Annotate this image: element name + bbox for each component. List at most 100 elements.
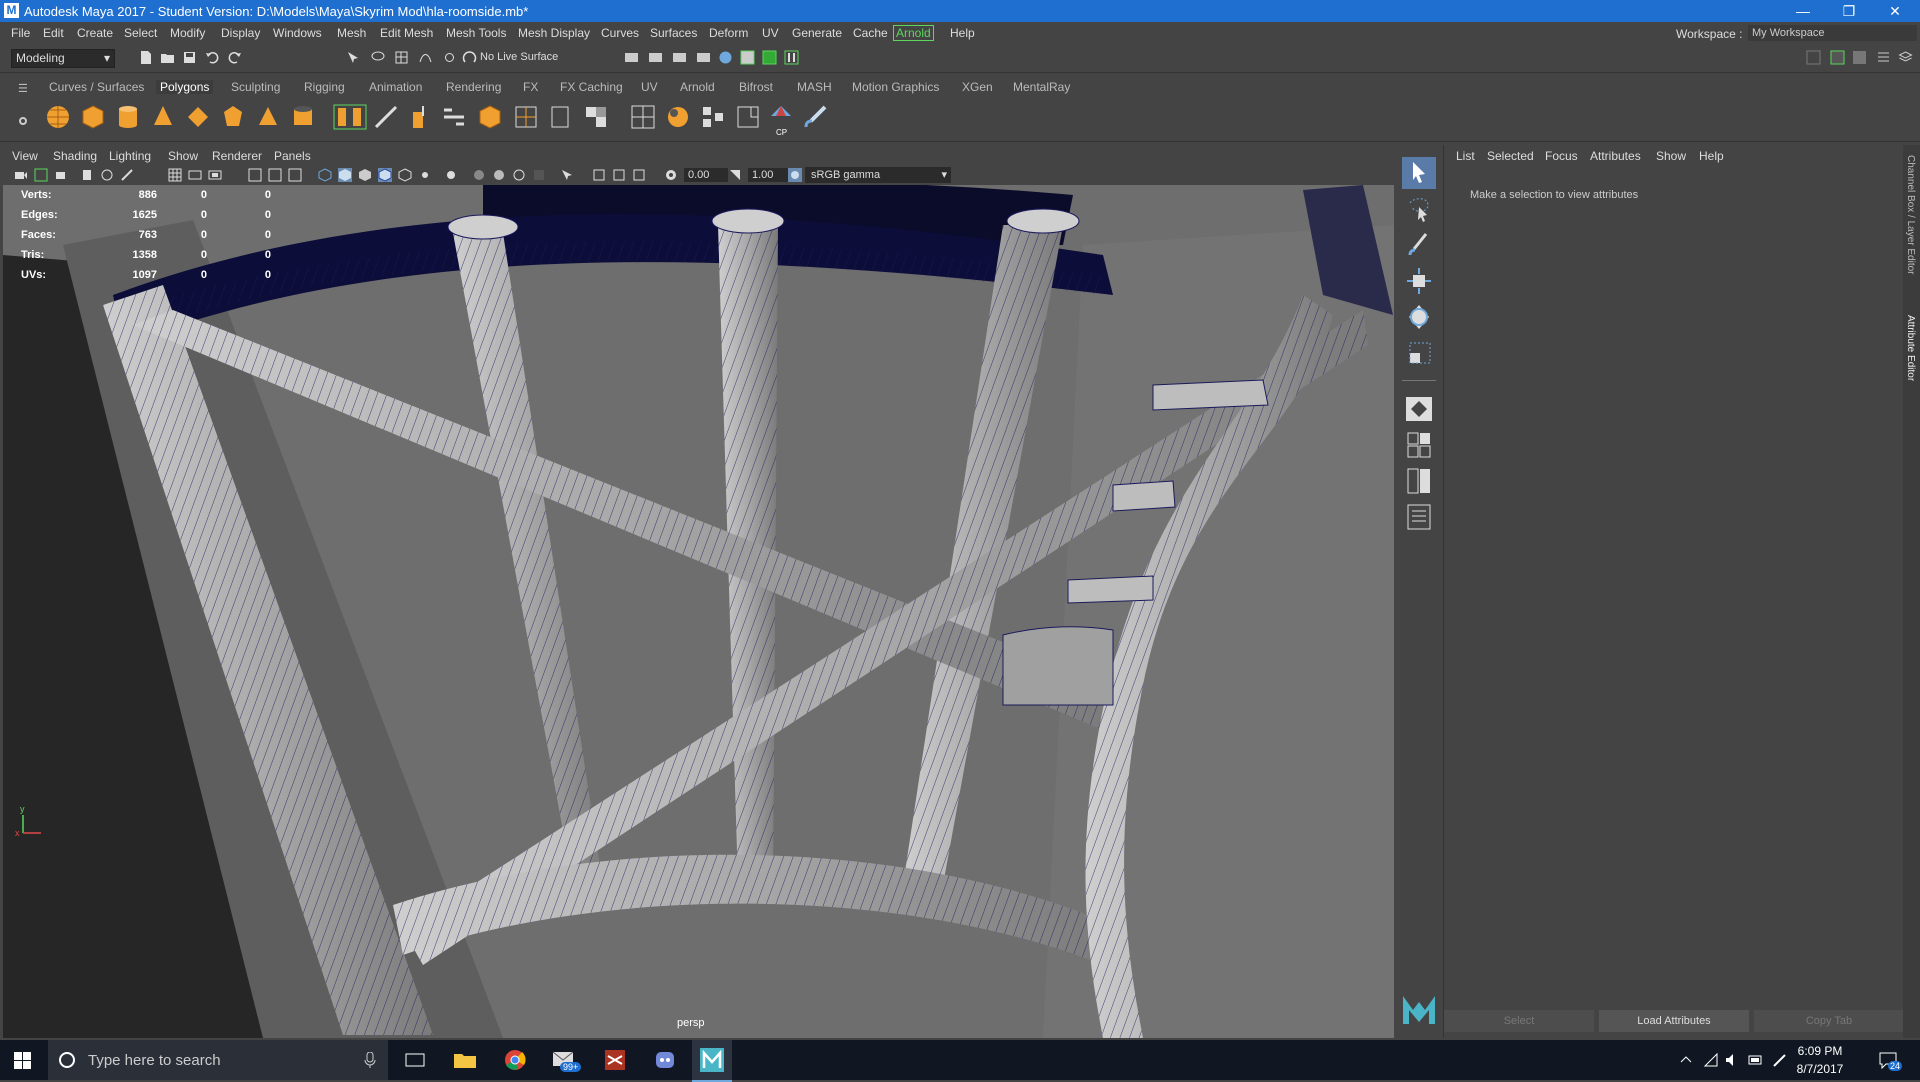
ae-select-button[interactable]: Select: [1444, 1010, 1594, 1032]
gamma-icon[interactable]: [728, 168, 742, 182]
default-material-icon[interactable]: [358, 168, 372, 182]
toggle-modeling-toolkit-icon[interactable]: [1806, 50, 1821, 65]
redo-icon[interactable]: [227, 50, 242, 65]
pen-icon[interactable]: [1772, 1052, 1788, 1068]
menu-curves[interactable]: Curves: [601, 26, 639, 40]
shelf-tab-animation[interactable]: Animation: [369, 80, 422, 94]
menu-file[interactable]: File: [11, 26, 30, 40]
menu-select[interactable]: Select: [124, 26, 157, 40]
poly-cone-icon[interactable]: [150, 104, 176, 130]
select-tool-icon[interactable]: [1402, 157, 1436, 189]
poly-torus-icon[interactable]: [220, 104, 246, 130]
panel-menu-renderer[interactable]: Renderer: [212, 149, 262, 163]
panel-menu-lighting[interactable]: Lighting: [109, 149, 151, 163]
ipr-render-icon[interactable]: [672, 50, 687, 65]
merge-icon[interactable]: [513, 104, 539, 130]
shelf-tab-curves-surfaces[interactable]: Curves / Surfaces: [49, 80, 144, 94]
single-perspective-layout-icon[interactable]: [1402, 393, 1436, 425]
wireframe-icon[interactable]: [318, 168, 332, 182]
uv-editor-icon[interactable]: [630, 104, 656, 130]
viewport-scene[interactable]: y x: [3, 185, 1394, 1038]
tab-channel-box[interactable]: Channel Box / Layer Editor: [1905, 155, 1916, 275]
render-current-icon[interactable]: [648, 50, 663, 65]
ae-menu-focus[interactable]: Focus: [1545, 149, 1578, 163]
shelf-tab-arnold[interactable]: Arnold: [680, 80, 715, 94]
lasso-select-icon[interactable]: [370, 50, 385, 65]
menu-deform[interactable]: Deform: [709, 26, 748, 40]
grease-pencil-icon[interactable]: [120, 168, 134, 182]
combine-icon[interactable]: [333, 104, 367, 130]
shelf-tab-xgen[interactable]: XGen: [962, 80, 993, 94]
shelf-tab-bifrost[interactable]: Bifrost: [739, 80, 773, 94]
arnold-render-view-icon[interactable]: [740, 50, 755, 65]
bevel-icon[interactable]: [477, 104, 503, 130]
use-all-lights-icon[interactable]: [418, 168, 432, 182]
xray-icon[interactable]: [398, 168, 412, 182]
close-icon[interactable]: ✕: [1872, 0, 1918, 22]
toggle-tool-settings-icon[interactable]: [1852, 50, 1867, 65]
shelf-menu-icon[interactable]: ☰: [18, 82, 28, 95]
undo-icon[interactable]: [205, 50, 220, 65]
volume-icon[interactable]: [1725, 1052, 1741, 1068]
extrude-icon[interactable]: [407, 104, 433, 130]
lasso-tool-icon[interactable]: [1402, 193, 1436, 225]
sculpt-icon[interactable]: [665, 104, 691, 130]
shelf-tab-mash[interactable]: MASH: [797, 80, 832, 94]
outliner-layout-icon[interactable]: [1402, 501, 1436, 533]
panel-menu-show[interactable]: Show: [168, 149, 198, 163]
safe-title-icon[interactable]: [288, 168, 302, 182]
toggle-attribute-editor-icon[interactable]: [1830, 50, 1845, 65]
anti-aliasing-icon[interactable]: [512, 168, 526, 182]
workspace-dropdown[interactable]: My Workspace: [1748, 25, 1917, 41]
bridge-icon[interactable]: [441, 104, 467, 130]
snap-curve-icon[interactable]: [418, 50, 433, 65]
open-scene-icon[interactable]: [160, 50, 175, 65]
shelf-tab-uv[interactable]: UV: [641, 80, 658, 94]
poly-sphere-icon[interactable]: [45, 104, 71, 130]
shelf-tab-motion-graphics[interactable]: Motion Graphics: [852, 80, 939, 94]
smooth-shade-icon[interactable]: [338, 168, 352, 182]
shelf-tab-sculpting[interactable]: Sculpting: [231, 80, 280, 94]
bookmark-icon[interactable]: [54, 168, 68, 182]
color-management-icon[interactable]: [788, 168, 802, 182]
menu-arnold[interactable]: Arnold: [893, 25, 934, 41]
cut-uv-icon[interactable]: [700, 104, 726, 130]
menu-set-dropdown[interactable]: Modeling ▾: [11, 49, 115, 68]
gamma-field[interactable]: 1.00: [748, 168, 792, 182]
exposure-field[interactable]: 0.00: [684, 168, 728, 182]
depth-of-field-icon[interactable]: [532, 168, 546, 182]
snapshot-icon[interactable]: [735, 104, 761, 130]
copy-tab-button[interactable]: Copy Tab: [1754, 1010, 1904, 1032]
cp-icon[interactable]: [768, 104, 794, 130]
snap-grid-icon[interactable]: [394, 50, 409, 65]
toggle-layer-editor-icon[interactable]: [1898, 50, 1913, 65]
save-scene-icon[interactable]: [182, 50, 197, 65]
perspective-viewport[interactable]: y x Verts: 886 0 0 Edges: 1625 0 0 Faces: 763 0 0…: [3, 185, 1394, 1038]
menu-display[interactable]: Display: [221, 26, 260, 40]
panel-menu-shading[interactable]: Shading: [53, 149, 97, 163]
wireframe-on-shaded-icon[interactable]: [378, 168, 392, 182]
battery-icon[interactable]: [1748, 1052, 1764, 1068]
shelf-tab-polygons[interactable]: Polygons: [156, 80, 214, 94]
taskbar-search-box[interactable]: Type here to search: [48, 1040, 388, 1080]
backface-culling-icon[interactable]: [632, 168, 646, 182]
microphone-icon[interactable]: [364, 1052, 376, 1068]
ae-menu-selected[interactable]: Selected: [1487, 149, 1534, 163]
tab-attribute-editor[interactable]: Attribute Editor: [1905, 315, 1916, 381]
rotate-tool-icon[interactable]: [1402, 301, 1436, 333]
two-d-pan-zoom-icon[interactable]: [100, 168, 114, 182]
ae-menu-show[interactable]: Show: [1656, 149, 1686, 163]
xray-joints-icon[interactable]: [592, 168, 606, 182]
menu-help[interactable]: Help: [950, 26, 975, 40]
network-icon[interactable]: [1703, 1052, 1719, 1068]
poly-plane-icon[interactable]: [185, 104, 211, 130]
task-view-icon[interactable]: [400, 1046, 430, 1074]
screen-space-ao-icon[interactable]: [472, 168, 486, 182]
minimize-icon[interactable]: —: [1780, 0, 1826, 22]
ae-menu-help[interactable]: Help: [1699, 149, 1724, 163]
chrome-icon[interactable]: [500, 1046, 530, 1074]
isolate-select-icon[interactable]: [560, 168, 574, 182]
clock-time[interactable]: 6:09 PM: [1795, 1044, 1845, 1058]
restore-icon[interactable]: ❐: [1826, 0, 1872, 22]
chevron-up-icon[interactable]: [1680, 1054, 1692, 1064]
